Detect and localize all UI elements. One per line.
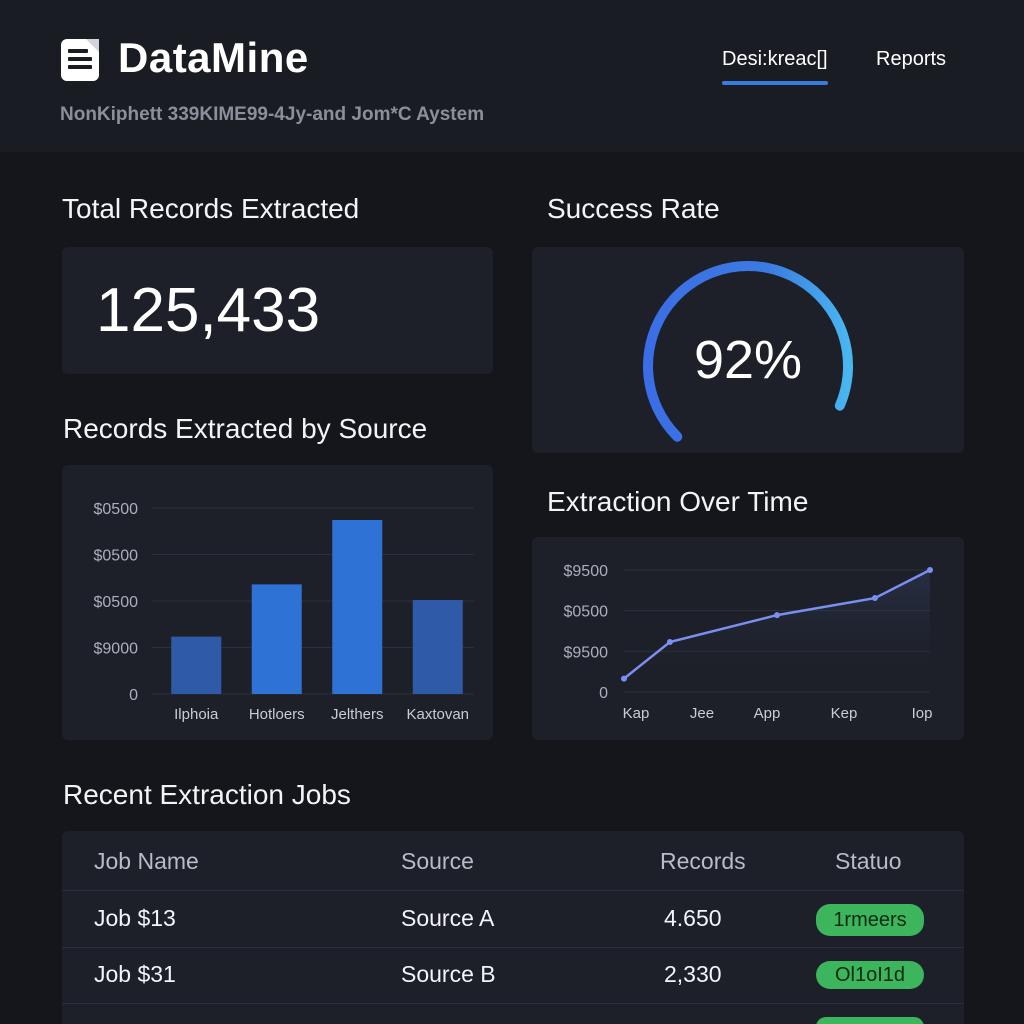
bar-chart: $0500 $0500 $0500 $9000 0 Ilphoia Hotloers Jelt… <box>94 501 474 723</box>
header-status: Statuo <box>835 848 902 874</box>
jobs-table-title: Recent Extraction Jobs <box>63 779 351 810</box>
x-tick-label: Kep <box>831 705 858 722</box>
y-tick-label: $9500 <box>564 563 609 580</box>
x-tick-label: Kap <box>623 705 650 722</box>
x-tick-label: App <box>754 705 781 722</box>
x-tick-label: Jee <box>690 705 714 722</box>
top-header: DataMine NonKiphett 339KIME99-4Jy-and Jo… <box>0 0 1024 152</box>
total-records-value: 125,433 <box>96 276 321 345</box>
jobs-table: Job Name Source Records Statuo Job $13 S… <box>62 831 964 1024</box>
bar-chart-title: Records Extracted by Source <box>63 413 428 444</box>
bar <box>332 520 383 694</box>
data-point <box>621 675 627 682</box>
table-row[interactable]: Job $13 Source A 4.650 1rmeers <box>62 891 964 948</box>
records-cell: 2,330 <box>664 961 722 987</box>
table-header-row: Job Name Source Records Statuo <box>62 834 964 891</box>
data-point <box>774 612 780 619</box>
x-tick-label: Iop <box>912 705 933 722</box>
y-tick-label: $9000 <box>94 641 139 658</box>
status-badge: Ol1oI1d <box>816 961 924 989</box>
tab-dashboard[interactable]: Desi:kreac[] <box>722 48 828 85</box>
data-point <box>871 595 878 602</box>
bar <box>251 584 302 694</box>
records-cell: 4.650 <box>664 905 722 931</box>
bar-chart-card: $0500 $0500 $0500 $9000 0 Ilphoia Hotloers Jelt… <box>62 465 493 740</box>
job-name-cell: Job $31 <box>94 961 176 987</box>
line-chart-title: Extraction Over Time <box>547 486 809 517</box>
status-badge: 1rmeers <box>816 904 924 936</box>
line-chart: $9500 $0500 $9500 0 Kap Jee App Kep Iop <box>564 563 933 722</box>
y-tick-label: $0500 <box>94 548 139 565</box>
source-cell: Source B <box>401 961 496 987</box>
job-name-cell: Job $13 <box>94 905 176 931</box>
total-records-title: Total Records Extracted <box>62 193 360 224</box>
x-tick-label: Jelthers <box>331 706 384 723</box>
header-records: Records <box>660 848 746 874</box>
line-chart-card: $9500 $0500 $9500 0 Kap Jee App Kep Iop <box>532 537 964 740</box>
table-row[interactable]: Job $31 Source B 2,330 Ol1oI1d <box>62 947 964 1004</box>
document-logo-icon <box>61 39 99 81</box>
success-rate-card: 92% <box>532 247 964 453</box>
app-subtitle: NonKiphett 339KIME99-4Jy-and Jom*C Ayste… <box>60 104 485 125</box>
app-title: DataMine <box>118 34 309 81</box>
line-area <box>624 570 930 692</box>
status-badge <box>816 1017 924 1024</box>
y-tick-label: $9500 <box>564 644 609 661</box>
x-tick-label: Hotloers <box>249 706 305 723</box>
y-tick-label: $0500 <box>564 604 609 621</box>
bar <box>412 600 463 694</box>
header-job-name: Job Name <box>94 848 199 874</box>
data-point <box>927 567 933 573</box>
x-tick-label: Kaxtovan <box>406 706 469 723</box>
y-tick-label: $0500 <box>94 594 139 611</box>
y-tick-label: 0 <box>599 685 608 702</box>
total-records-card: 125,433 <box>62 247 493 374</box>
table-row[interactable] <box>62 1003 964 1024</box>
source-cell: Source A <box>401 905 495 931</box>
data-point <box>666 638 673 645</box>
success-rate-title: Success Rate <box>547 193 720 224</box>
bar <box>171 636 222 694</box>
x-tick-label: Ilphoia <box>174 706 219 723</box>
success-rate-value: 92% <box>693 330 803 390</box>
y-tick-label: $0500 <box>94 501 139 518</box>
tab-reports[interactable]: Reports <box>876 48 946 71</box>
y-tick-label: 0 <box>129 687 138 704</box>
header-source: Source <box>401 848 474 874</box>
